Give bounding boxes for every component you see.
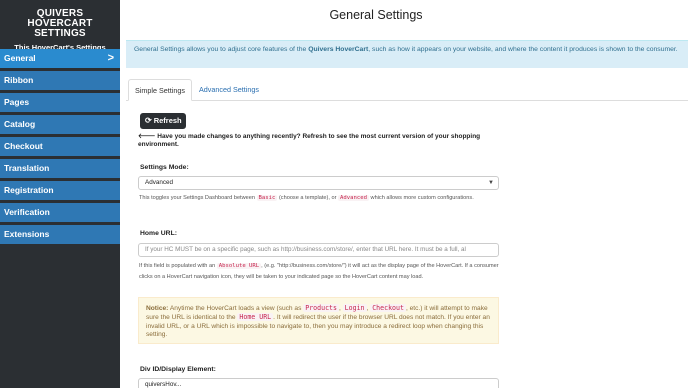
div-id-input[interactable]: quiversHov... (138, 378, 499, 388)
info-brand: Quivers HoverCart (308, 46, 369, 53)
sidebar-item-registration[interactable]: Registration (0, 181, 120, 200)
refresh-button-label: Refresh (153, 116, 182, 125)
sidebar-item-extensions[interactable]: Extensions (0, 225, 120, 244)
sidebar-item-catalog[interactable]: Catalog (0, 115, 120, 134)
chevron-right-icon: > (107, 52, 114, 64)
sidebar-item-label: Checkout (4, 141, 43, 151)
sidebar-item-label: Extensions (4, 229, 50, 239)
main-content: General Settings General Settings allows… (126, 0, 688, 388)
code-basic: Basic (256, 195, 278, 201)
code-products: Products (303, 304, 339, 312)
sidebar-item-translation[interactable]: Translation (0, 159, 120, 178)
code-checkout: Checkout (370, 304, 406, 312)
arrow-left-icon: 🡐 (138, 133, 156, 140)
refresh-note-text: Have you made changes to anything recent… (138, 133, 481, 148)
sidebar-item-label: Ribbon (4, 75, 34, 85)
sidebar-item-label: Catalog (4, 119, 36, 129)
code-login: Login (342, 304, 367, 312)
sidebar-item-verification[interactable]: Verification (0, 203, 120, 222)
info-text-suffix: , such as how it appears on your website… (368, 46, 678, 53)
sidebar-item-label: Verification (4, 207, 50, 217)
refresh-button[interactable]: ⟳ Refresh (140, 113, 186, 129)
div-id-label: Div ID/Display Element: (140, 366, 216, 373)
refresh-icon: ⟳ (145, 116, 152, 125)
code-advanced: Advanced (338, 195, 369, 201)
sidebar-item-label: Pages (4, 97, 30, 107)
home-url-notice: Notice: Anytime the HoverCart loads a vi… (138, 297, 499, 344)
settings-mode-select[interactable]: Advanced ▼ (138, 176, 499, 190)
settings-mode-value: Advanced (145, 179, 174, 186)
home-url-label: Home URL: (140, 230, 178, 237)
help-text: This toggles your Settings Dashboard bet… (139, 195, 257, 201)
sidebar-item-label: Translation (4, 163, 50, 173)
sidebar-item-pages[interactable]: Pages (0, 93, 120, 112)
tab-advanced-settings[interactable]: Advanced Settings (193, 79, 265, 101)
sidebar-item-general[interactable]: General > (0, 49, 120, 68)
code-home-url: Home URL (237, 313, 274, 322)
sidebar-item-label: General (4, 53, 36, 63)
info-text-prefix: General Settings allows you to adjust co… (134, 46, 309, 53)
help-text: which allows more custom configurations. (368, 195, 474, 201)
settings-tabs: Simple Settings Advanced Settings (126, 79, 688, 101)
help-text: (choose a template), or (277, 195, 339, 201)
chevron-down-icon: ▼ (488, 180, 494, 186)
settings-sidebar: QUIVERS HOVERCART SETTINGS This HoverCar… (0, 0, 120, 388)
refresh-note: 🡐 Have you made changes to anything rece… (138, 133, 508, 149)
notice-lead: Notice: (146, 305, 169, 312)
settings-mode-label: Settings Mode: (140, 164, 189, 171)
sidebar-item-ribbon[interactable]: Ribbon (0, 71, 120, 90)
page-title: General Settings (329, 8, 423, 22)
tab-simple-settings[interactable]: Simple Settings (128, 79, 192, 101)
info-alert: General Settings allows you to adjust co… (126, 40, 688, 68)
code-absolute-url: Absolute URL (216, 263, 262, 269)
help-text: If this field is populated with an (139, 263, 217, 269)
sidebar-title: QUIVERS HOVERCART SETTINGS (27, 8, 93, 39)
settings-mode-help: This toggles your Settings Dashboard bet… (139, 193, 504, 204)
notice-text: Anytime the HoverCart loads a view (such… (168, 305, 304, 312)
sidebar-item-checkout[interactable]: Checkout (0, 137, 120, 156)
home-url-input[interactable]: If your HC MUST be on a specific page, s… (138, 243, 499, 257)
home-url-help: If this field is populated with an Absol… (139, 261, 504, 283)
sidebar-item-label: Registration (4, 185, 54, 195)
